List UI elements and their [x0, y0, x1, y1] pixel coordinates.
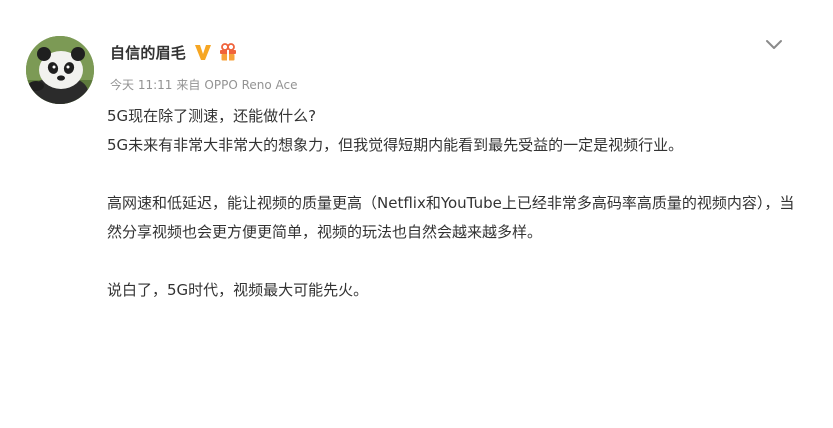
post-meta: 今天 11:11 来自 OPPO Reno Ace	[110, 76, 302, 93]
source-device[interactable]: OPPO Reno Ace	[204, 78, 297, 92]
verified-v-icon[interactable]	[194, 43, 212, 61]
avatar[interactable]	[26, 36, 94, 104]
panda-avatar-icon	[26, 36, 94, 104]
weibo-post-card: 自信的眉毛 今天 11:11 来自 OPPO Reno Ace 5G现在除了测速，还…	[0, 0, 833, 428]
post-paragraph: 说白了，5G时代，视频最大可能先火。	[107, 281, 369, 299]
source-prefix: 来自	[176, 78, 201, 92]
username[interactable]: 自信的眉毛	[110, 42, 186, 63]
post-paragraph: 5G未来有非常大非常大的想象力，但我觉得短期内能看到最先受益的一定是视频行业。	[107, 136, 684, 154]
chevron-down-icon[interactable]	[763, 36, 785, 54]
gift-badge-icon[interactable]	[218, 43, 238, 61]
post-header: 自信的眉毛	[110, 40, 238, 64]
post-paragraph: 高网速和低延迟，能让视频的质量更高（Netflix和YouTube上已经非常多高…	[107, 194, 795, 241]
post-content: 5G现在除了测速，还能做什么? 5G未来有非常大非常大的想象力，但我觉得短期内能…	[107, 102, 797, 305]
post-paragraph: 5G现在除了测速，还能做什么?	[107, 107, 317, 125]
post-time[interactable]: 今天 11:11	[110, 78, 172, 92]
